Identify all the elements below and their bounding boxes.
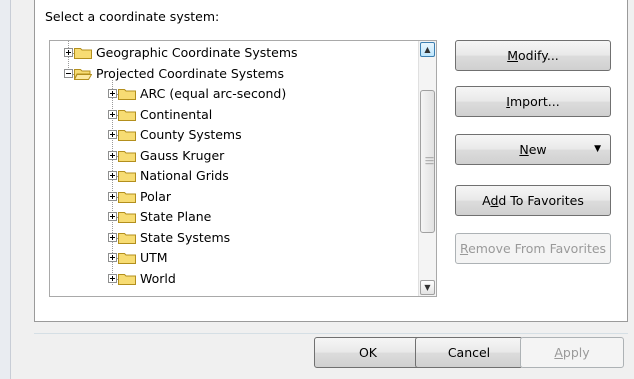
tree-item-label: UTM bbox=[140, 250, 168, 265]
scroll-up-button[interactable]: ▲ bbox=[420, 42, 435, 57]
tree-item[interactable]: County Systems bbox=[50, 125, 419, 145]
folder-closed-icon bbox=[118, 210, 136, 223]
collapse-icon[interactable] bbox=[64, 68, 73, 78]
tree-item[interactable]: Projected Coordinate Systems bbox=[50, 64, 419, 84]
cancel-label: Cancel bbox=[447, 345, 491, 360]
tree-item[interactable]: Continental bbox=[50, 105, 419, 125]
folder-open-icon bbox=[73, 67, 93, 80]
remove-label: emove From Favorites bbox=[468, 241, 607, 256]
import-label: mport... bbox=[509, 94, 560, 109]
modify-button[interactable]: Modify... bbox=[455, 40, 611, 71]
tree-content: Geographic Coordinate Systems Projected C… bbox=[50, 41, 419, 296]
dialog-footer: OK Cancel Apply bbox=[0, 334, 634, 379]
folder-closed-icon bbox=[118, 128, 136, 141]
tree-item-label: Gauss Kruger bbox=[140, 147, 225, 163]
folder-closed-icon bbox=[118, 231, 136, 244]
expand-icon[interactable] bbox=[108, 212, 117, 221]
tree-item[interactable]: UTM bbox=[50, 248, 419, 268]
apply-mnemonic: A bbox=[554, 345, 563, 360]
tree-item-label: Polar bbox=[140, 188, 172, 204]
coordinate-system-tree[interactable]: Geographic Coordinate Systems Projected C… bbox=[49, 40, 437, 297]
modify-label: odify... bbox=[518, 48, 559, 63]
expand-icon[interactable] bbox=[108, 130, 117, 139]
tree-item-label: ARC (equal arc-second) bbox=[140, 86, 287, 101]
remove-mnemonic: R bbox=[459, 241, 469, 256]
folder-closed-icon bbox=[74, 46, 92, 59]
new-mnemonic: N bbox=[519, 142, 529, 157]
tree-item-label: Geographic Coordinate Systems bbox=[96, 45, 298, 60]
tree-item[interactable]: State Systems bbox=[50, 228, 419, 248]
expand-icon[interactable] bbox=[108, 232, 117, 242]
folder-closed-icon bbox=[118, 87, 136, 100]
tree-item[interactable]: World bbox=[50, 269, 419, 289]
apply-button: Apply bbox=[520, 337, 624, 368]
ok-label: OK bbox=[358, 345, 378, 360]
tree-item[interactable]: State Plane bbox=[50, 207, 419, 227]
tree-item[interactable]: National Grids bbox=[50, 166, 419, 186]
dropdown-arrow-icon: ▼ bbox=[594, 144, 601, 154]
tree-item[interactable]: Gauss Kruger bbox=[50, 146, 419, 166]
folder-closed-icon bbox=[118, 169, 136, 182]
tree-item-label: Continental bbox=[140, 106, 213, 122]
window-left-edge bbox=[0, 0, 11, 379]
tree-item-label: Projected Coordinate Systems bbox=[96, 65, 284, 81]
tree-item[interactable]: Polar bbox=[50, 187, 419, 207]
tree-item-label: State Systems bbox=[140, 229, 231, 245]
folder-closed-icon bbox=[118, 272, 136, 285]
scroll-down-button[interactable]: ▼ bbox=[420, 280, 435, 295]
tree-item-label: County Systems bbox=[140, 127, 242, 142]
ok-button[interactable]: OK bbox=[314, 337, 422, 368]
add-to-favorites-button[interactable]: Add To Favorites bbox=[455, 185, 611, 216]
cancel-button[interactable]: Cancel bbox=[415, 337, 523, 368]
coordinate-system-panel: Select a coordinate system: Geographic C… bbox=[34, 0, 628, 322]
tree-item[interactable]: ARC (equal arc-second) bbox=[50, 84, 419, 104]
tree-item-label: World bbox=[140, 270, 176, 286]
import-button[interactable]: Import... bbox=[455, 86, 611, 117]
folder-closed-icon bbox=[118, 108, 136, 121]
tree-item-label: National Grids bbox=[140, 168, 229, 183]
tree-item-label: State Plane bbox=[140, 209, 212, 224]
folder-closed-icon bbox=[118, 190, 136, 203]
tree-item[interactable]: Geographic Coordinate Systems bbox=[50, 43, 419, 63]
scroll-thumb[interactable]: — — — bbox=[420, 90, 435, 233]
apply-label: pply bbox=[562, 345, 590, 360]
favorites-label-end: d To Favorites bbox=[498, 193, 584, 208]
expand-icon[interactable] bbox=[108, 253, 117, 262]
expand-icon[interactable] bbox=[108, 191, 117, 201]
expand-icon[interactable] bbox=[108, 109, 117, 119]
folder-closed-icon bbox=[118, 149, 136, 162]
expand-icon[interactable] bbox=[108, 150, 117, 160]
remove-from-favorites-button: Remove From Favorites bbox=[455, 233, 611, 264]
new-button[interactable]: New ▼ bbox=[455, 134, 611, 165]
expand-icon[interactable] bbox=[64, 48, 73, 57]
section-label: Select a coordinate system: bbox=[45, 9, 220, 24]
new-label: ew bbox=[528, 142, 547, 157]
modify-mnemonic: M bbox=[507, 48, 518, 63]
expand-icon[interactable] bbox=[108, 273, 117, 283]
expand-icon[interactable] bbox=[108, 171, 117, 180]
folder-closed-icon bbox=[118, 251, 136, 264]
vertical-scrollbar[interactable]: ▲ — — — ▼ bbox=[418, 41, 436, 296]
expand-icon[interactable] bbox=[108, 89, 117, 98]
scroll-grip-icon: — — — bbox=[425, 153, 434, 169]
